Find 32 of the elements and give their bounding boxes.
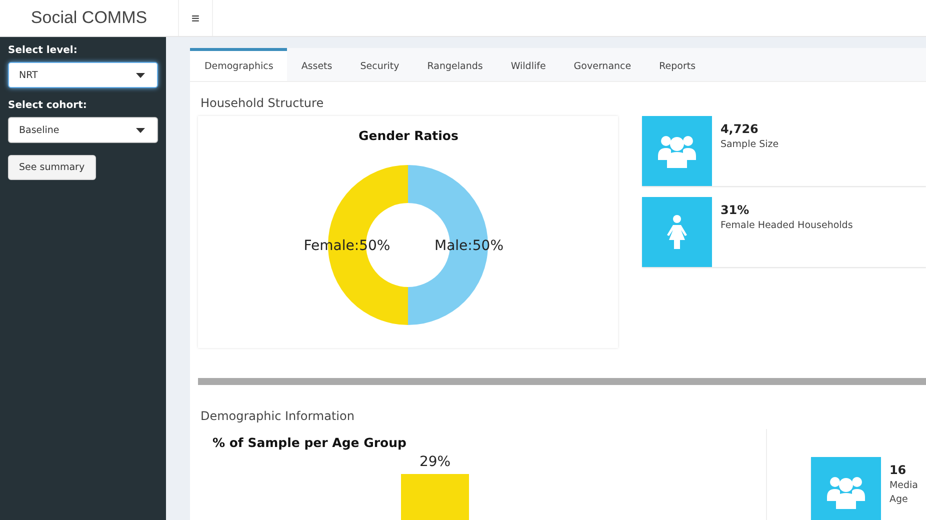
stat-label: Female Headed Households — [720, 220, 853, 231]
tab[interactable]: Assets — [287, 48, 346, 81]
chart-title: Gender Ratios — [358, 128, 458, 143]
section-title: Household Structure — [199, 95, 325, 112]
people-icon — [658, 134, 696, 168]
stat-label: Sample Size — [720, 139, 779, 150]
people-icon — [827, 475, 866, 509]
bar-label: 29% — [420, 454, 452, 470]
field-label: Select level: — [8, 45, 78, 56]
menu-button[interactable]: ≡ — [178, 0, 213, 36]
bar — [401, 474, 470, 520]
stat-value: 4,726 — [720, 122, 760, 136]
stat-label: Media — [889, 480, 918, 491]
tab[interactable]: Demographics — [190, 48, 288, 81]
caret-icon — [136, 72, 146, 78]
woman-icon — [667, 215, 688, 249]
tab[interactable]: Governance — [560, 48, 646, 81]
chart-title: % of Sample per Age Group — [212, 435, 406, 450]
section-title: Demographic Information — [199, 408, 356, 425]
stat-label: Age — [889, 494, 909, 505]
tab[interactable]: Rangelands — [413, 48, 497, 81]
caret-icon — [136, 128, 146, 132]
tab[interactable]: Security — [346, 48, 414, 81]
summary-button[interactable]: See summary — [8, 155, 96, 180]
field-label: Select cohort: — [8, 100, 88, 111]
app-title: Social COMMS — [30, 8, 148, 28]
tab[interactable]: Wildlife — [496, 48, 560, 81]
select-field[interactable]: Baseline — [8, 117, 158, 143]
stat-value: 31% — [720, 203, 750, 217]
stat-value: 16 — [889, 463, 908, 477]
select-field[interactable]: NRT — [8, 62, 158, 88]
tab[interactable]: Reports — [645, 48, 710, 81]
